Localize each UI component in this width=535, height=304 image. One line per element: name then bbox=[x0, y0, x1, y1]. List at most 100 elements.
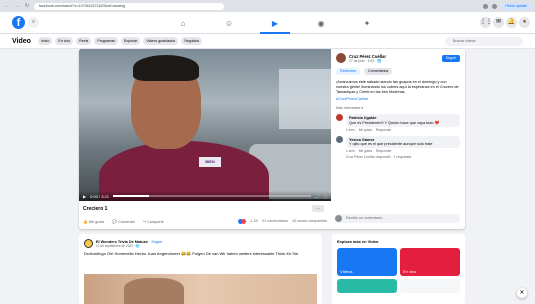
forward-icon[interactable]: → bbox=[14, 3, 20, 9]
gaming-icon[interactable]: ✦ bbox=[344, 12, 390, 34]
watch-post: BIEN ▶ 0:00 / 3:21 🔊 ⛶ Creciero 1 ··· 👍 … bbox=[79, 49, 465, 229]
reload-icon[interactable]: ↻ bbox=[24, 3, 30, 9]
explore-grid: Vídeos En vivo bbox=[337, 248, 460, 293]
groups-icon[interactable]: ◉ bbox=[298, 12, 344, 34]
comment-like-button[interactable]: Me gusta bbox=[359, 149, 372, 153]
panel-tabs: Recientes Comentarios bbox=[336, 68, 460, 75]
comments-sort[interactable]: Más relevantes ▾ bbox=[336, 106, 460, 110]
comment-reply-button[interactable]: Responder bbox=[376, 149, 392, 153]
commenter-avatar[interactable] bbox=[336, 114, 343, 121]
explore-card-3[interactable] bbox=[337, 279, 397, 293]
share-button[interactable]: ↪ Compartir bbox=[143, 219, 164, 224]
progress-fill bbox=[112, 195, 149, 197]
account-avatar[interactable]: ● bbox=[519, 17, 530, 28]
feed-post-text: Drofundingo Oh! Homenelia Hecho Juan Ang… bbox=[84, 251, 300, 256]
address-bar[interactable]: facebook.com/watch/?v=1073615271620&ref=… bbox=[34, 2, 224, 10]
post-actions: 👍 Me gusta 💬 Comentar ↪ Compartir 1.1K 2… bbox=[83, 219, 327, 224]
comment-count[interactable]: 21 comentarios bbox=[262, 219, 288, 224]
tab-recent[interactable]: Recientes bbox=[336, 68, 360, 75]
video-caption: Creciero 1 bbox=[83, 206, 108, 212]
commenter-avatar[interactable] bbox=[336, 136, 343, 143]
reaction-count[interactable]: 1.1K bbox=[250, 219, 258, 224]
pill-explore[interactable]: Explorar bbox=[120, 37, 141, 45]
play-icon[interactable]: ▶ bbox=[83, 194, 86, 199]
love-reaction-icon bbox=[241, 219, 247, 224]
pill-saved[interactable]: Videos guardados bbox=[143, 37, 179, 45]
profile-icon[interactable] bbox=[492, 3, 498, 9]
feed-page-avatar[interactable] bbox=[84, 239, 93, 248]
page-header: Cruz Pérez Cuéllar 27 de julio · 1:03 · … bbox=[336, 53, 460, 63]
comment-bubble: Patricia Ugalde Que es Presidente!!! Y Q… bbox=[346, 114, 460, 127]
friends-icon[interactable]: ☺ bbox=[206, 12, 252, 34]
feed-page-info: El Wonders Trivia De Matuzo · Seguir 12 … bbox=[96, 240, 162, 248]
post-time: 27 de julio · 1:03 · 🌐 bbox=[349, 58, 382, 63]
facebook-logo-icon[interactable]: f bbox=[12, 16, 25, 29]
pill-reels[interactable]: Reels bbox=[76, 37, 92, 45]
notifications-icon[interactable]: 🔔 bbox=[506, 17, 517, 28]
comment-item: Patricia Ugalde Que es Presidente!!! Y Q… bbox=[336, 114, 460, 132]
comment-label: Comentar bbox=[118, 220, 135, 224]
share-label: Compartir bbox=[147, 220, 164, 224]
video-controls: ▶ 0:00 / 3:21 🔊 ⛶ bbox=[79, 191, 331, 201]
view-replies-link[interactable]: Cruz Pérez Cuéllar respondió · 1 respues… bbox=[346, 155, 460, 159]
feed-page-name[interactable]: El Wonders Trivia De Matuzo · Seguir bbox=[96, 240, 162, 244]
facebook-topbar: f ⌕ ⌂ ☺ ▶ ◉ ✦ ⋮⋮ ✉ 🔔 ● bbox=[0, 12, 535, 34]
video-person-hair bbox=[133, 55, 199, 81]
search-icon[interactable]: ⌕ bbox=[28, 17, 39, 28]
comment-item: Yesica Gámez Y ojito que es el que presi… bbox=[336, 136, 460, 153]
feed-follow-link[interactable]: · Seguir bbox=[149, 240, 162, 244]
comment-button[interactable]: 💬 Comentar bbox=[112, 219, 134, 224]
follow-button[interactable]: Seguir bbox=[441, 54, 460, 62]
explore-card-videos[interactable]: Vídeos bbox=[337, 248, 397, 276]
messenger-icon[interactable]: ✉ bbox=[493, 17, 504, 28]
fullscreen-icon[interactable]: ⛶ bbox=[324, 194, 327, 199]
video-window-light bbox=[279, 69, 331, 129]
close-icon[interactable]: ✕ bbox=[517, 288, 527, 298]
page-avatar[interactable] bbox=[336, 53, 346, 63]
comment-input[interactable]: Escribe un comentario... bbox=[335, 214, 460, 223]
watch-icon[interactable]: ▶ bbox=[252, 12, 298, 34]
share-count[interactable]: 10 veces compartido bbox=[292, 219, 327, 224]
main-nav: ⌂ ☺ ▶ ◉ ✦ bbox=[160, 12, 390, 34]
pill-live[interactable]: En vivo bbox=[55, 37, 74, 45]
pill-following[interactable]: Seguidos bbox=[181, 37, 203, 45]
page-name[interactable]: Cruz Pérez Cuéllar bbox=[349, 54, 386, 59]
video-section-title: Video bbox=[12, 37, 31, 45]
browser-toolbar: ← → ↻ facebook.com/watch/?v=107361527162… bbox=[0, 0, 535, 12]
volume-icon[interactable]: 🔊 bbox=[315, 194, 320, 199]
video-player[interactable]: BIEN ▶ 0:00 / 3:21 🔊 ⛶ bbox=[79, 49, 331, 201]
post-description: ¡Arrancamos este sábado siendo tan guapo… bbox=[336, 80, 459, 94]
like-label: Me gusta bbox=[88, 220, 105, 224]
update-button[interactable]: Finish update bbox=[501, 2, 531, 10]
comment-reply-button[interactable]: Responder bbox=[376, 128, 392, 132]
shirt-logo: BIEN bbox=[199, 157, 221, 167]
comment-time: 1 sem bbox=[346, 149, 355, 153]
reaction-icons[interactable] bbox=[238, 219, 247, 224]
progress-bar[interactable] bbox=[112, 195, 312, 197]
explore-card-live[interactable]: En vivo bbox=[400, 248, 460, 276]
comment-meta: 1 sem Me gusta Responder bbox=[346, 149, 460, 153]
comment-meta: 1 sem Me gusta Responder bbox=[346, 128, 460, 132]
comment-text: Que es Presidente!!! Y Quinto hace que v… bbox=[349, 121, 440, 125]
back-icon[interactable]: ← bbox=[4, 3, 10, 9]
extension-icon[interactable] bbox=[483, 3, 489, 9]
post-stats: 1.1K 21 comentarios 10 veces compartido bbox=[238, 219, 327, 224]
feed-post-thumbnail[interactable] bbox=[84, 274, 317, 304]
explore-card-4[interactable] bbox=[400, 279, 460, 293]
feed-page-title[interactable]: El Wonders Trivia De Matuzo bbox=[96, 240, 148, 244]
home-icon[interactable]: ⌂ bbox=[160, 12, 206, 34]
video-subnav: Video Inicio En vivo Reels Programas Exp… bbox=[0, 34, 535, 49]
pill-home[interactable]: Inicio bbox=[37, 37, 53, 45]
page-info: Cruz Pérez Cuéllar 27 de julio · 1:03 · … bbox=[349, 54, 386, 63]
tab-comments[interactable]: Comentarios bbox=[363, 68, 393, 75]
comment-body: Patricia Ugalde Que es Presidente!!! Y Q… bbox=[346, 114, 460, 132]
explore-panel: Explora más en Video Vídeos En vivo bbox=[332, 234, 465, 304]
menu-icon[interactable]: ⋮⋮ bbox=[480, 17, 492, 28]
like-button[interactable]: 👍 Me gusta bbox=[83, 219, 104, 224]
more-options-button[interactable]: ··· bbox=[312, 205, 324, 212]
comment-like-button[interactable]: Me gusta bbox=[359, 128, 372, 132]
video-search-input[interactable]: Buscar videos bbox=[445, 37, 523, 46]
post-hashtags[interactable]: #CruzPérezCuéllar bbox=[336, 97, 460, 101]
pill-shows[interactable]: Programas bbox=[94, 37, 118, 45]
feed-post-header: El Wonders Trivia De Matuzo · Seguir 12 … bbox=[84, 239, 317, 248]
